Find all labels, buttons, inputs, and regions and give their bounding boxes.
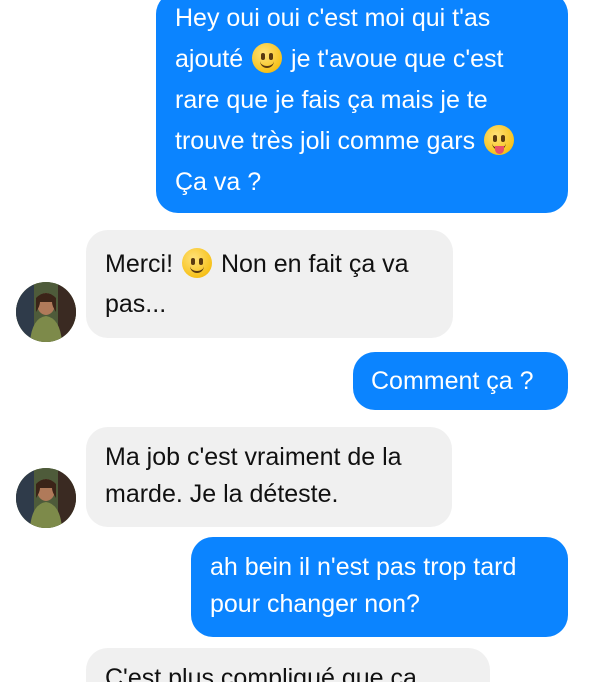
smiling-face-emoji-icon: [252, 43, 283, 73]
message-incoming[interactable]: Ma job c'est vraiment de la marde. Je la…: [86, 427, 452, 527]
message-outgoing[interactable]: ah bein il n'est pas trop tard pour chan…: [191, 537, 568, 637]
message-text: Ça va ?: [175, 168, 262, 196]
message-outgoing[interactable]: Comment ça ?: [353, 352, 568, 410]
smiling-face-emoji-icon: [182, 248, 213, 278]
message-text: Merci!: [105, 250, 174, 278]
message-text: C'est plus compliqué que ça...: [105, 664, 438, 682]
message-incoming[interactable]: C'est plus compliqué que ça...: [86, 648, 490, 682]
message-incoming[interactable]: Merci! Non en fait ça va pas...: [86, 230, 453, 338]
message-text: Ma job c'est vraiment de la marde. Je la…: [105, 443, 402, 508]
message-text: Comment ça ?: [371, 367, 534, 395]
message-text: ah bein il n'est pas trop tard pour chan…: [210, 553, 517, 618]
contact-avatar[interactable]: [16, 282, 76, 342]
chat-thread: Hey oui oui c'est moi qui t'as ajouté je…: [0, 0, 600, 682]
contact-avatar-photo-icon: [16, 282, 76, 342]
tongue-out-emoji-icon: [484, 125, 515, 155]
contact-avatar-photo-icon: [16, 468, 76, 528]
contact-avatar[interactable]: [16, 468, 76, 528]
message-outgoing[interactable]: Hey oui oui c'est moi qui t'as ajouté je…: [156, 0, 568, 213]
